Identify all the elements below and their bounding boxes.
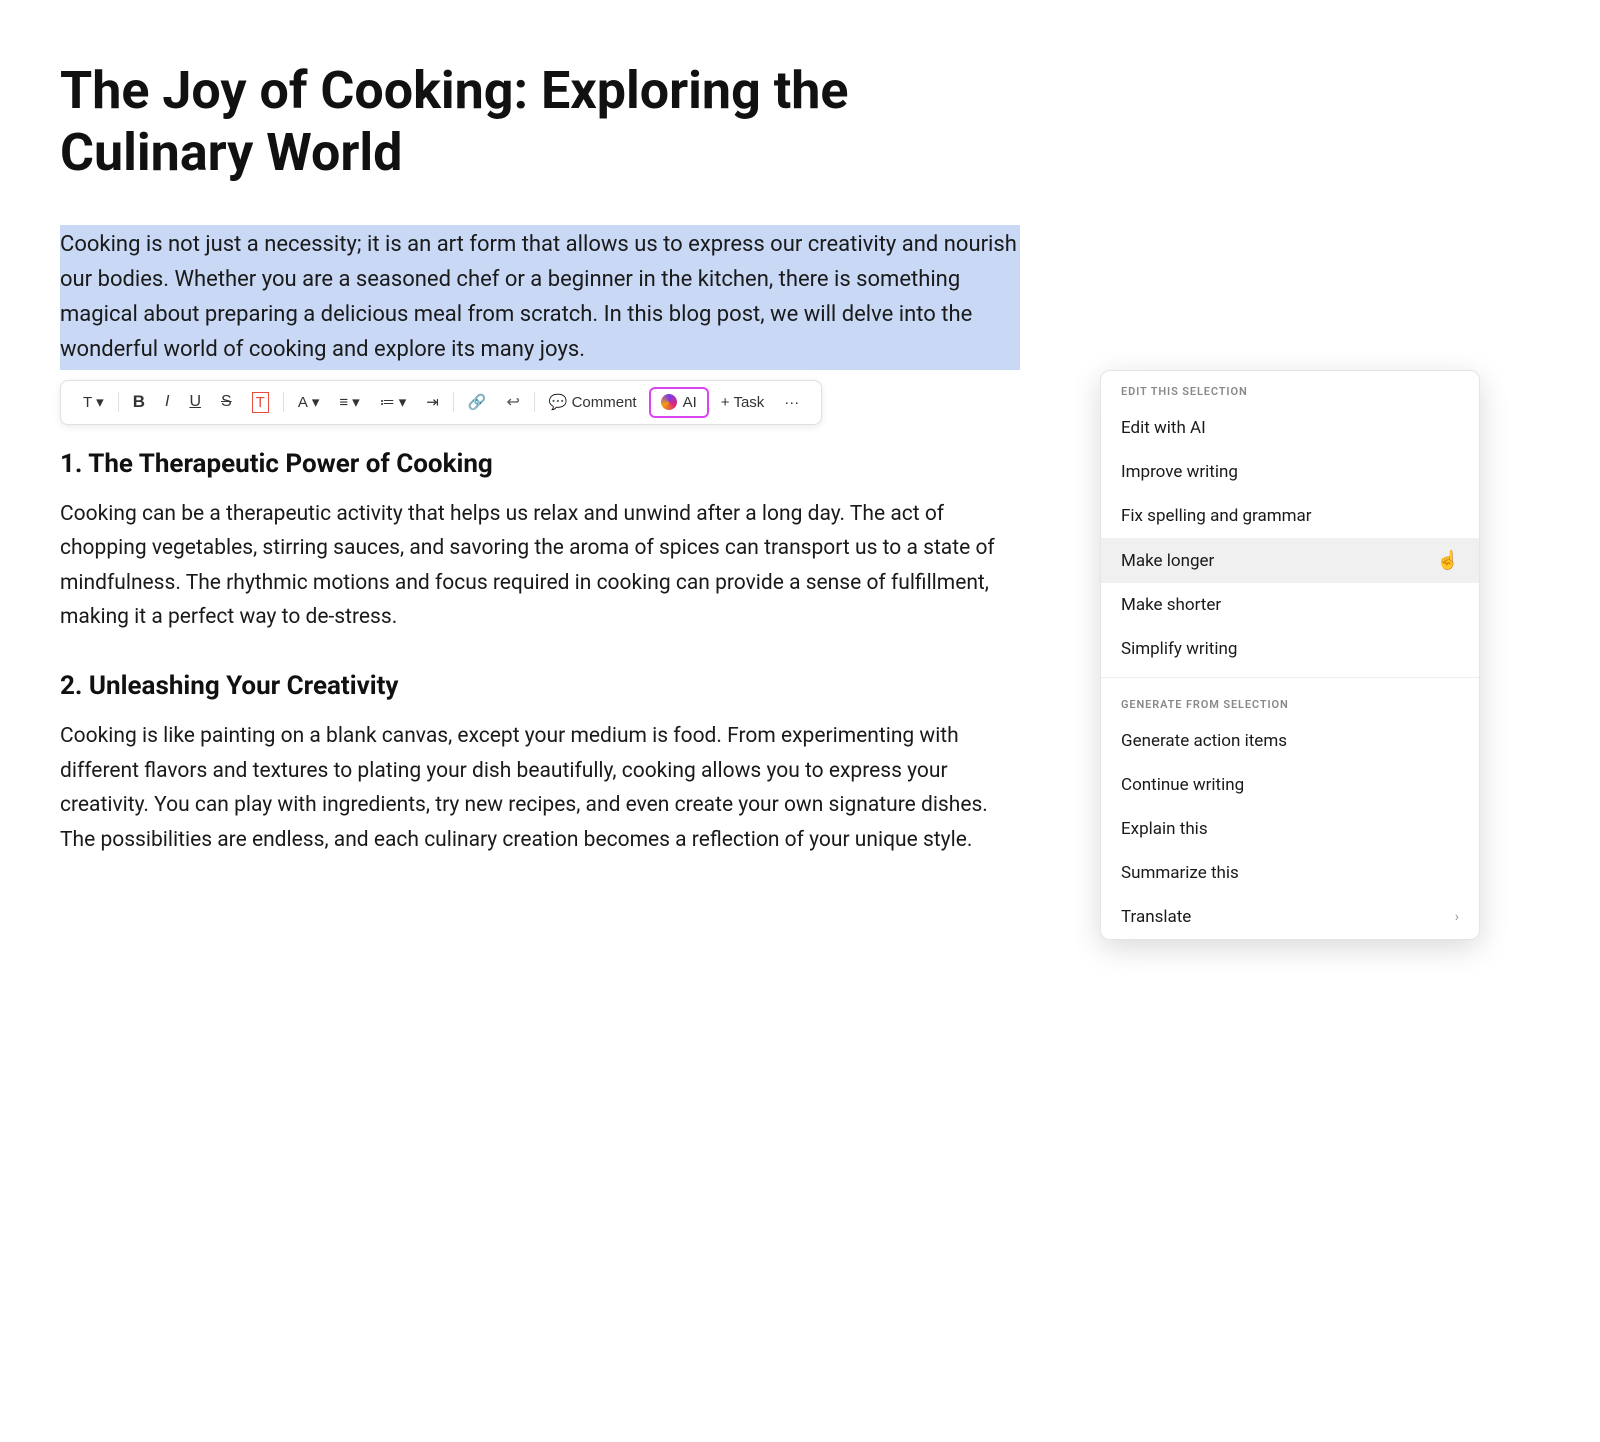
generate-section-label: GENERATE FROM SELECTION <box>1101 684 1479 719</box>
continue-writing-label: Continue writing <box>1121 775 1244 795</box>
edit-with-ai-item[interactable]: Edit with AI <box>1101 406 1479 450</box>
font-color-label: A <box>298 394 308 411</box>
text-dropdown-arrow: ▾ <box>96 393 104 411</box>
cursor-indicator: ☝ <box>1437 550 1459 571</box>
toolbar-separator-3 <box>453 392 454 412</box>
explain-this-label: Explain this <box>1121 819 1208 839</box>
generate-action-items-item[interactable]: Generate action items <box>1101 719 1479 763</box>
document-title: The Joy of Cooking: Exploring the Culina… <box>60 60 1020 185</box>
toolbar-separator-2 <box>283 392 284 412</box>
align-icon: ≡ <box>339 394 348 411</box>
make-shorter-label: Make shorter <box>1121 595 1221 615</box>
strikethrough-button[interactable]: S <box>213 388 240 416</box>
bullet-list-button[interactable]: ≔ ▾ <box>372 388 415 416</box>
bullet-dropdown-arrow: ▾ <box>399 393 407 411</box>
continue-writing-item[interactable]: Continue writing <box>1101 763 1479 807</box>
indent-button[interactable]: ⇥ <box>418 388 447 416</box>
make-shorter-item[interactable]: Make shorter <box>1101 583 1479 627</box>
font-color-dropdown-arrow: ▾ <box>312 393 320 411</box>
dropdown-divider <box>1101 677 1479 678</box>
text-label: T <box>83 394 92 411</box>
text-style-button[interactable]: T ▾ <box>75 388 112 416</box>
highlight-icon: T <box>252 392 269 413</box>
comment-button[interactable]: 💬 Comment <box>541 388 645 416</box>
more-button[interactable]: ··· <box>776 389 807 416</box>
make-longer-label: Make longer <box>1121 551 1214 571</box>
bullet-icon: ≔ <box>380 393 395 411</box>
quote-button[interactable]: ↩ <box>498 387 527 417</box>
fix-spelling-label: Fix spelling and grammar <box>1121 506 1312 526</box>
improve-writing-label: Improve writing <box>1121 462 1238 482</box>
translate-item[interactable]: Translate › <box>1101 895 1479 939</box>
formatting-toolbar: T ▾ B I U S T A ▾ ≡ ▾ ≔ ▾ ⇥ 🔗 ↩ <box>60 380 822 425</box>
improve-writing-item[interactable]: Improve writing <box>1101 450 1479 494</box>
underline-button[interactable]: U <box>181 388 209 416</box>
link-icon: 🔗 <box>468 393 487 411</box>
link-button[interactable]: 🔗 <box>460 388 495 416</box>
quote-icon: ↩ <box>506 392 519 412</box>
ai-icon <box>661 394 677 410</box>
translate-arrow-icon: › <box>1455 909 1459 925</box>
summarize-this-label: Summarize this <box>1121 863 1239 883</box>
editor-area: The Joy of Cooking: Exploring the Culina… <box>0 0 1100 954</box>
edit-with-ai-label: Edit with AI <box>1121 418 1206 438</box>
task-button[interactable]: + Task <box>713 389 773 416</box>
generate-action-items-label: Generate action items <box>1121 731 1287 751</box>
edit-section-label: EDIT THIS SELECTION <box>1101 371 1479 406</box>
selected-paragraph: Cooking is not just a necessity; it is a… <box>60 225 1020 370</box>
italic-button[interactable]: I <box>157 388 177 416</box>
toolbar-separator-1 <box>118 392 119 412</box>
ai-dropdown-menu: EDIT THIS SELECTION Edit with AI Improve… <box>1100 370 1480 940</box>
toolbar-separator-4 <box>534 392 535 412</box>
summarize-this-item[interactable]: Summarize this <box>1101 851 1479 895</box>
align-dropdown-arrow: ▾ <box>352 393 360 411</box>
align-button[interactable]: ≡ ▾ <box>331 388 367 416</box>
simplify-writing-item[interactable]: Simplify writing <box>1101 627 1479 671</box>
bold-button[interactable]: B <box>125 387 153 417</box>
ai-button[interactable]: AI <box>649 387 709 418</box>
simplify-writing-label: Simplify writing <box>1121 639 1237 659</box>
section2-text: Cooking is like painting on a blank canv… <box>60 719 1020 858</box>
section2-heading: 2. Unleashing Your Creativity <box>60 671 1020 701</box>
make-longer-item[interactable]: Make longer ☝ <box>1101 538 1479 583</box>
highlight-button[interactable]: T <box>244 387 277 418</box>
explain-this-item[interactable]: Explain this <box>1101 807 1479 851</box>
translate-label: Translate <box>1121 907 1191 927</box>
ai-label: AI <box>683 394 697 411</box>
fix-spelling-item[interactable]: Fix spelling and grammar <box>1101 494 1479 538</box>
section1-heading: 1. The Therapeutic Power of Cooking <box>60 449 1020 479</box>
comment-label: Comment <box>572 394 637 411</box>
section1-text: Cooking can be a therapeutic activity th… <box>60 497 1020 636</box>
font-color-button[interactable]: A ▾ <box>290 388 328 416</box>
comment-icon: 💬 <box>549 393 568 411</box>
